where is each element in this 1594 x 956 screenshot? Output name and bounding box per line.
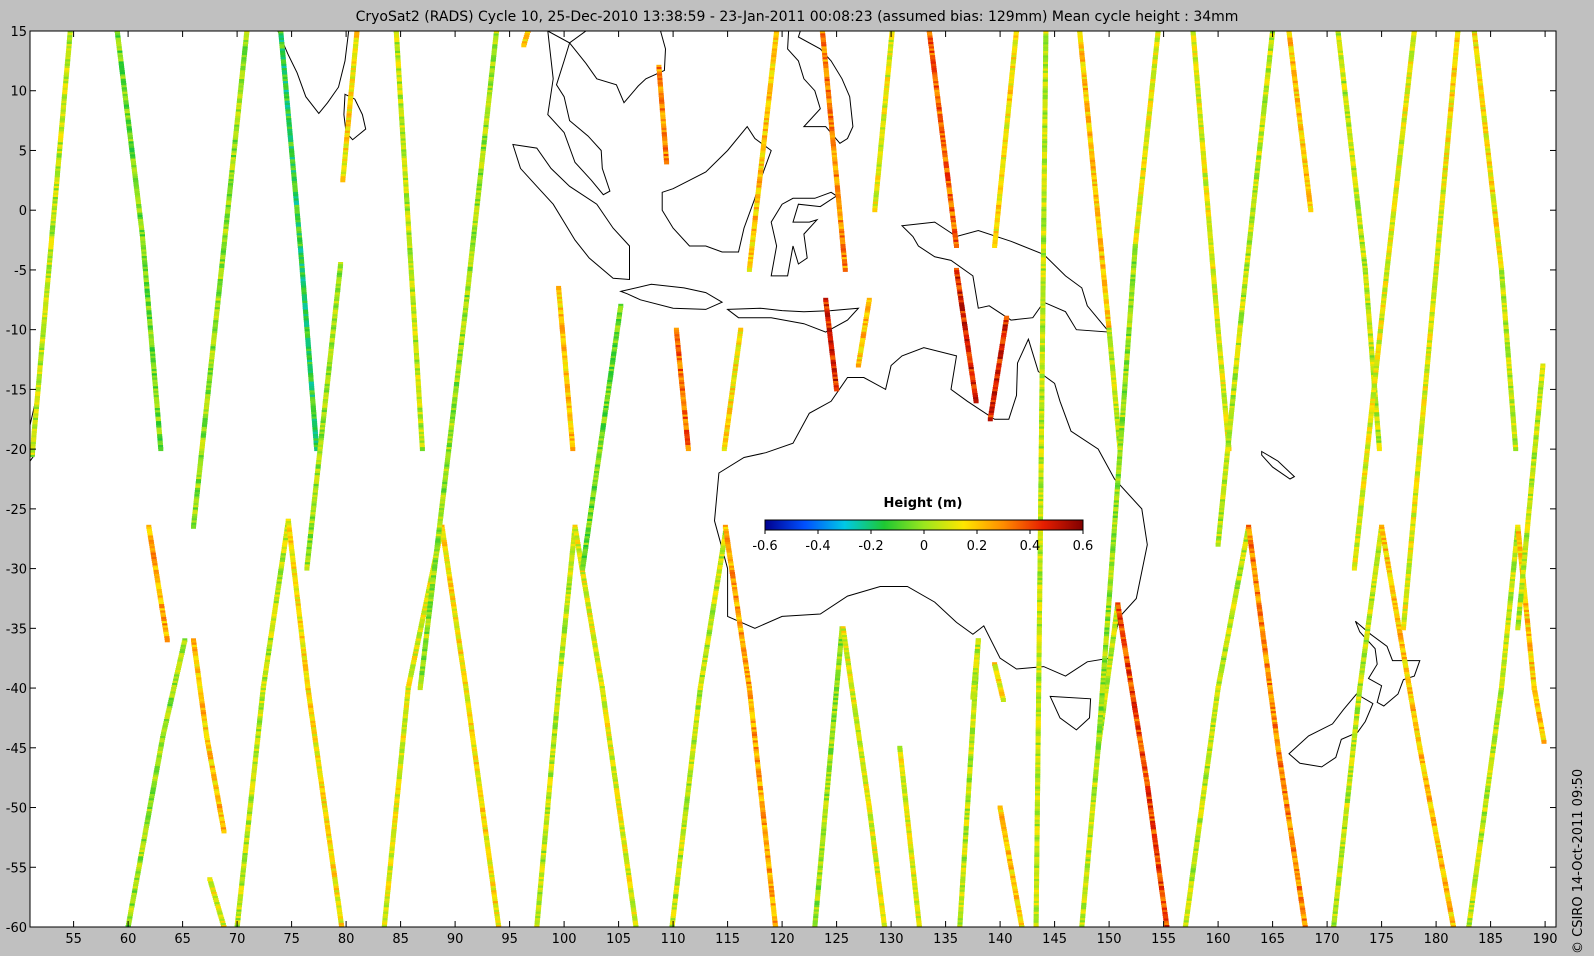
track-point [872, 208, 878, 213]
track-point [164, 638, 170, 643]
track-point [738, 327, 744, 332]
track-point [954, 244, 959, 248]
track-point [191, 524, 196, 529]
figure: CryoSat2 (RADS) Cycle 10, 25-Dec-2010 13… [6, 9, 1586, 954]
track-point [834, 387, 840, 392]
track-point [304, 566, 310, 571]
track-point [340, 178, 346, 183]
track-point [992, 244, 998, 248]
track-point [580, 566, 586, 571]
track-point [842, 267, 848, 272]
track-point [570, 447, 576, 452]
track-point [970, 695, 976, 700]
track-point [855, 363, 861, 368]
track-point [973, 399, 979, 404]
track-point [417, 686, 423, 691]
track-point [221, 829, 227, 834]
track-point [521, 43, 527, 48]
track-point [664, 160, 670, 165]
plot-area [30, 31, 1556, 927]
track-point [419, 447, 425, 452]
chart-title: CryoSat2 (RADS) Cycle 10, 25-Dec-2010 13… [356, 9, 1239, 25]
track-point [685, 447, 691, 452]
track-point [158, 447, 164, 452]
track-point [897, 745, 903, 750]
track-point [746, 267, 752, 272]
